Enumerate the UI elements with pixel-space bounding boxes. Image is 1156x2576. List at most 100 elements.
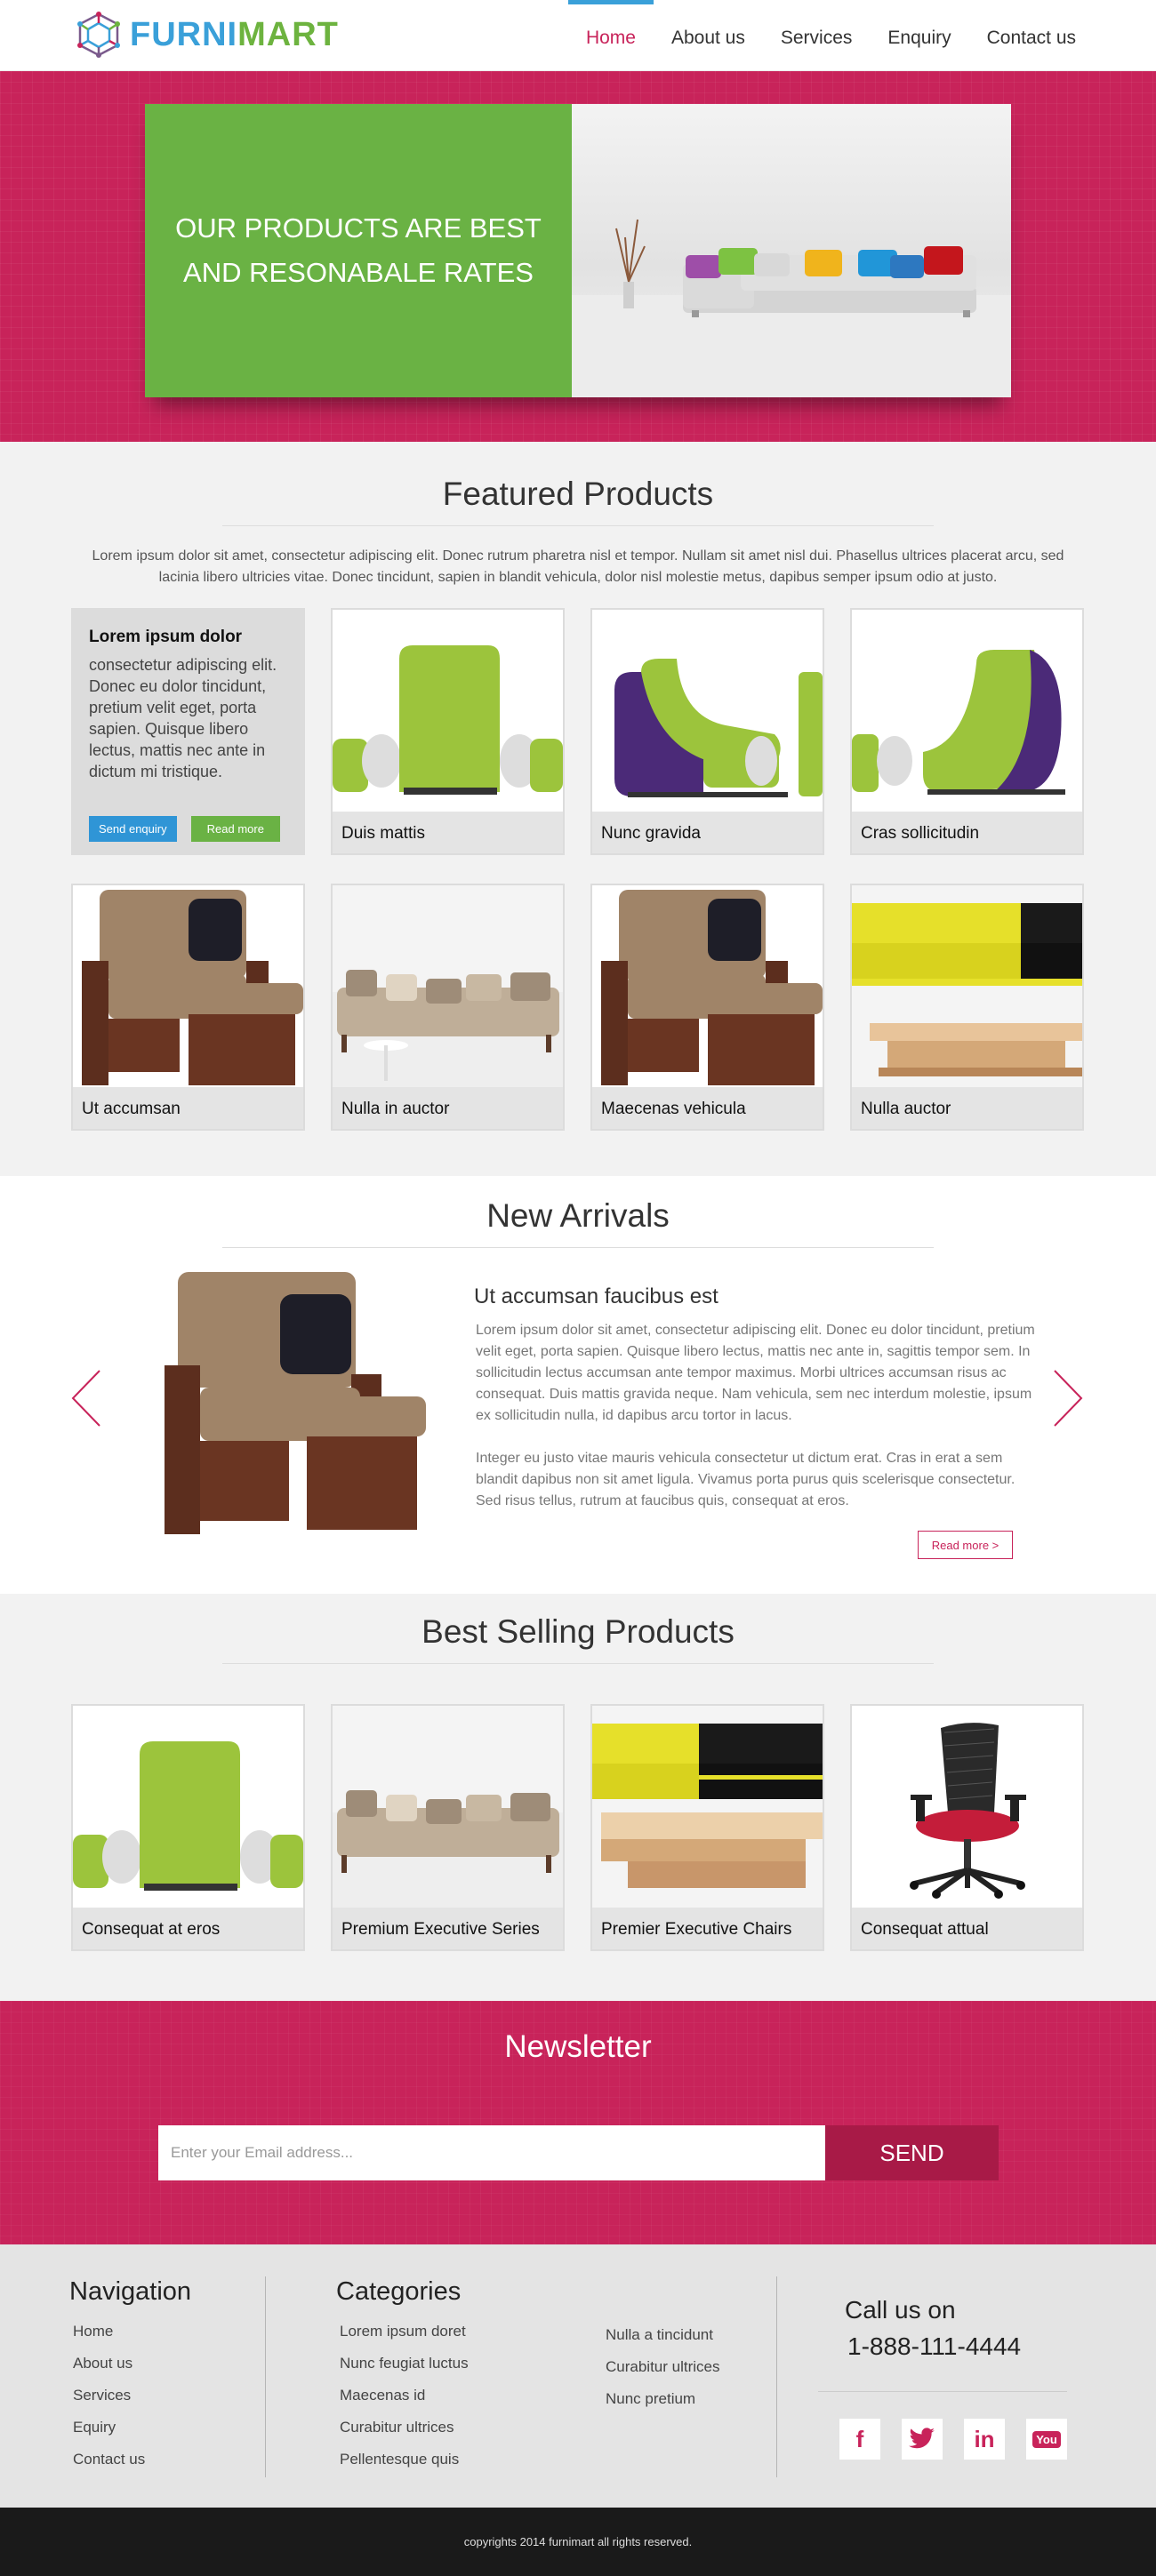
newsletter-title: Newsletter xyxy=(504,2029,652,2064)
logo[interactable]: FURNIMART xyxy=(75,11,339,59)
brand-name-part1: FURNI xyxy=(130,15,238,53)
phone-number[interactable]: 1-888-111-4444 xyxy=(847,2332,1021,2361)
info-card-title: Lorem ipsum dolor xyxy=(89,628,243,646)
chevron-right-icon[interactable] xyxy=(1049,1367,1085,1429)
arrival-item-title: Ut accumsan faucibus est xyxy=(474,1284,718,1308)
featured-grid-row-2: Ut accumsan Nulla in auctor Maecenas veh… xyxy=(71,884,1085,1131)
product-card[interactable]: Ut accumsan xyxy=(71,884,305,1131)
yellow-bench-image xyxy=(852,885,1082,1087)
green-chair-image xyxy=(73,1706,303,1908)
main-nav: Home About us Services Enquiry Contact u… xyxy=(567,0,1094,71)
nav-item-services[interactable]: Services xyxy=(763,0,871,71)
divider xyxy=(818,2391,1067,2392)
best-title: Best Selling Products xyxy=(421,1613,735,1650)
chevron-left-icon[interactable] xyxy=(69,1367,105,1429)
twitter-icon[interactable] xyxy=(902,2419,943,2460)
twitter-bird-icon xyxy=(909,2428,935,2449)
product-name: Cras sollicitudin xyxy=(861,824,980,843)
featured-intro: Lorem ipsum dolor sit amet, consectetur … xyxy=(92,548,1064,585)
best-grid: Consequat at eros Premium Executive Seri… xyxy=(71,1704,1085,1951)
send-button[interactable]: SEND xyxy=(825,2125,999,2180)
info-card-text: consectetur adipiscing elit. Donec eu do… xyxy=(89,656,277,780)
read-more-button[interactable]: Read more xyxy=(190,816,280,842)
product-name: Premier Executive Chairs xyxy=(601,1920,792,1939)
social-links: f in You xyxy=(839,2419,1067,2460)
footer-nav-title: Navigation xyxy=(69,2277,192,2306)
hero-headline: OUR PRODUCTS ARE BEST AND RESONABALE RAT… xyxy=(175,212,542,288)
armchair-ottoman-image xyxy=(592,885,823,1087)
facebook-icon[interactable]: f xyxy=(839,2419,880,2460)
featured-section: Featured Products Lorem ipsum dolor sit … xyxy=(0,442,1156,1176)
email-input[interactable] xyxy=(158,2125,825,2180)
green-chair-image xyxy=(333,610,563,812)
brand-name: FURNIMART xyxy=(130,16,339,54)
send-enquiry-button[interactable]: Send enquiry xyxy=(89,816,177,842)
copyright: copyrights 2014 furnimart all rights res… xyxy=(0,2508,1156,2576)
beige-sofa-image xyxy=(333,885,563,1087)
newsletter-form: SEND xyxy=(158,2125,999,2180)
footer-category-link[interactable]: Pellentesque quis xyxy=(340,2444,469,2476)
product-name: Duis mattis xyxy=(341,824,425,843)
product-name: Consequat attual xyxy=(861,1920,989,1939)
armchair-ottoman-image xyxy=(73,885,303,1087)
brand-name-part2: MART xyxy=(237,15,339,53)
new-arrivals-section: New Arrivals Ut accumsan faucibus est Lo… xyxy=(0,1176,1156,1594)
nav-item-home[interactable]: Home xyxy=(567,0,654,71)
product-card[interactable]: Premier Executive Chairs xyxy=(590,1704,824,1951)
info-card: Lorem ipsum dolor consectetur adipiscing… xyxy=(71,608,305,855)
nav-item-contact[interactable]: Contact us xyxy=(969,0,1094,71)
footer-link-services[interactable]: Services xyxy=(73,2380,191,2412)
call-us-title: Call us on xyxy=(845,2296,956,2324)
product-card[interactable]: Duis mattis xyxy=(331,608,565,855)
footer: Navigation Home About us Services Equiry… xyxy=(0,2244,1156,2508)
newsletter-section: Newsletter SEND xyxy=(0,2001,1156,2244)
armchair-ottoman-image xyxy=(165,1272,426,1539)
featured-title: Featured Products xyxy=(442,476,714,512)
product-card[interactable]: Consequat at eros xyxy=(71,1704,305,1951)
cube-logo-icon xyxy=(77,12,120,58)
green-chair-side-image xyxy=(852,610,1082,812)
arrivals-title: New Arrivals xyxy=(486,1197,670,1234)
footer-category-link[interactable]: Lorem ipsum doret xyxy=(340,2316,469,2348)
hero-image xyxy=(572,104,1011,397)
footer-divider xyxy=(776,2276,777,2477)
product-card[interactable]: Maecenas vehicula xyxy=(590,884,824,1131)
sofa-image xyxy=(572,219,1011,397)
footer-divider xyxy=(265,2276,266,2477)
footer-category-link[interactable]: Nunc feugiat luctus xyxy=(340,2348,469,2380)
hero-slider: OUR PRODUCTS ARE BEST AND RESONABALE RAT… xyxy=(0,71,1156,492)
nav-item-enquiry[interactable]: Enquiry xyxy=(870,0,968,71)
divider xyxy=(222,525,934,526)
footer-category-link[interactable]: Nunc pretium xyxy=(606,2383,720,2415)
best-selling-section: Best Selling Products Consequat at eros xyxy=(0,1594,1156,2001)
product-name: Nulla in auctor xyxy=(341,1100,450,1118)
footer-link-about[interactable]: About us xyxy=(73,2348,191,2380)
footer-category-link[interactable]: Curabitur ultrices xyxy=(340,2412,469,2444)
product-name: Ut accumsan xyxy=(82,1100,181,1118)
product-card[interactable]: Nunc gravida xyxy=(590,608,824,855)
featured-grid-row-1: Lorem ipsum dolor consectetur adipiscing… xyxy=(71,608,1085,855)
read-more-link[interactable]: Read more > xyxy=(918,1531,1013,1559)
product-name: Nunc gravida xyxy=(601,824,701,843)
office-chair-image xyxy=(852,1706,1082,1908)
footer-navigation: Navigation Home About us Services Equiry… xyxy=(69,2277,191,2476)
info-card-buttons: Send enquiry Read more xyxy=(89,816,280,842)
product-card[interactable]: Nulla auctor xyxy=(850,884,1084,1131)
nav-item-about[interactable]: About us xyxy=(654,0,763,71)
product-card[interactable]: Consequat attual xyxy=(850,1704,1084,1951)
footer-link-contact[interactable]: Contact us xyxy=(73,2444,191,2476)
linkedin-icon[interactable]: in xyxy=(964,2419,1005,2460)
footer-category-link[interactable]: Nulla a tincidunt xyxy=(606,2319,720,2351)
footer-link-home[interactable]: Home xyxy=(73,2316,191,2348)
product-name: Consequat at eros xyxy=(82,1920,221,1939)
hero-slide[interactable]: OUR PRODUCTS ARE BEST AND RESONABALE RAT… xyxy=(145,104,1011,397)
product-card[interactable]: Nulla in auctor xyxy=(331,884,565,1131)
footer-category-link[interactable]: Curabitur ultrices xyxy=(606,2351,720,2383)
youtube-badge: You xyxy=(1032,2430,1061,2448)
footer-category-link[interactable]: Maecenas id xyxy=(340,2380,469,2412)
purple-green-chair-image xyxy=(592,610,823,812)
footer-link-equiry[interactable]: Equiry xyxy=(73,2412,191,2444)
product-card[interactable]: Premium Executive Series xyxy=(331,1704,565,1951)
product-card[interactable]: Cras sollicitudin xyxy=(850,608,1084,855)
youtube-icon[interactable]: You xyxy=(1026,2419,1067,2460)
